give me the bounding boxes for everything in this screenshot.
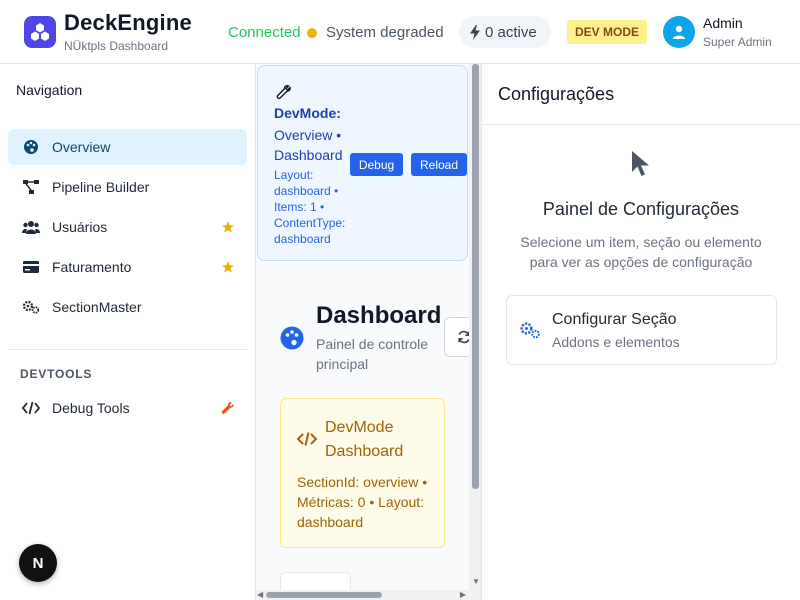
app-title: DeckEngine	[64, 10, 192, 35]
wrench-icon	[221, 402, 234, 414]
configure-section-subtitle: Addons e elementos	[552, 334, 680, 350]
app-header: DeckEngine NÜktpls Dashboard Connected S…	[0, 0, 800, 64]
devmode-card-meta: Layout: dashboard • Items: 1 • ContentTy…	[274, 168, 346, 246]
sidebar-item-sectionmaster[interactable]: SectionMaster	[8, 289, 247, 325]
sidebar-item-usuarios[interactable]: Usuários	[8, 209, 247, 245]
system-status: System degraded	[326, 24, 444, 41]
sidebar-item-label: Faturamento	[52, 259, 132, 275]
mouse-pointer-icon	[632, 151, 649, 176]
sidebar-divider	[8, 349, 247, 350]
configure-section-title: Configurar Seção	[552, 311, 677, 328]
palette-icon	[280, 326, 304, 350]
code-icon	[297, 432, 317, 446]
users-icon	[22, 218, 40, 236]
divider	[482, 124, 800, 125]
config-panel-description: Selecione um item, seção ou elemento par…	[520, 234, 762, 270]
user-name: Admin	[703, 15, 743, 31]
status-dot	[307, 28, 317, 38]
app-logo[interactable]	[24, 16, 56, 48]
horizontal-scrollbar[interactable]: ◀ ▶	[256, 590, 481, 600]
user-icon	[673, 25, 685, 39]
scrollbar-thumb[interactable]	[472, 64, 479, 489]
wrench-icon	[276, 85, 291, 100]
cogs-icon	[520, 322, 540, 339]
code-icon	[22, 399, 40, 417]
sidebar-item-faturamento[interactable]: Faturamento	[8, 249, 247, 285]
scroll-left-icon[interactable]: ◀	[257, 590, 263, 599]
configure-section-card[interactable]: Configurar Seção Addons e elementos	[506, 295, 777, 365]
connection-status: Connected	[228, 24, 301, 41]
page-subtitle: Painel de controle principal	[316, 336, 429, 372]
page-title: Dashboard	[316, 302, 442, 329]
app-subtitle: NÜktpls Dashboard	[64, 39, 169, 53]
scroll-down-icon[interactable]: ▼	[472, 577, 480, 586]
sidebar-item-label: SectionMaster	[52, 299, 142, 315]
sidebar-item-overview[interactable]: Overview	[8, 129, 247, 165]
devmode-dashboard-meta: SectionId: overview • Métricas: 0 • Layo…	[297, 474, 428, 530]
avatar[interactable]	[663, 16, 695, 48]
bolt-icon	[470, 24, 480, 40]
vertical-scrollbar[interactable]: ▼	[469, 64, 481, 590]
star-icon	[222, 261, 234, 273]
credit-card-icon	[22, 258, 40, 276]
sidebar-item-pipeline-builder[interactable]: Pipeline Builder	[8, 169, 247, 205]
user-role: Super Admin	[703, 35, 772, 49]
config-panel-title: Painel de Configurações	[542, 199, 740, 219]
sidebar: Navigation Overview Pipeline Builder Usu…	[0, 64, 256, 600]
next-dev-indicator[interactable]: N	[19, 544, 57, 582]
sidebar-item-label: Debug Tools	[52, 400, 130, 416]
palette-icon	[22, 138, 40, 156]
sidebar-item-debug-tools[interactable]: Debug Tools	[8, 390, 247, 426]
devtools-section-title: DEVTOOLS	[20, 367, 93, 381]
scrollbar-thumb[interactable]	[266, 592, 382, 598]
star-icon	[222, 221, 234, 233]
content-column: DevMode: Overview • Dashboard Layout: da…	[256, 64, 482, 600]
sidebar-item-label: Pipeline Builder	[52, 179, 150, 195]
active-count-pill[interactable]: 0 active	[459, 16, 551, 48]
sidebar-item-label: Overview	[52, 139, 111, 155]
devmode-dashboard-card: DevMode Dashboard SectionId: overview • …	[280, 398, 445, 548]
debug-button[interactable]: Debug	[350, 153, 403, 176]
active-count-label: 0 active	[485, 23, 537, 41]
devmode-dashboard-title: DevMode Dashboard	[325, 419, 404, 460]
devmode-card-title: DevMode:	[274, 105, 341, 121]
config-panel-header: Configurações	[498, 84, 615, 104]
cubes-icon	[31, 23, 49, 41]
sidebar-item-label: Usuários	[52, 219, 108, 235]
pipeline-icon	[22, 178, 40, 196]
devmode-info-card: DevMode: Overview • Dashboard Layout: da…	[257, 65, 468, 261]
cogs-icon	[22, 298, 40, 316]
config-panel: Configurações Painel de Configurações Se…	[482, 64, 800, 600]
devmode-card-subtitle: Overview • Dashboard	[274, 127, 343, 163]
sidebar-title: Navigation	[16, 82, 83, 98]
reload-button[interactable]: Reload	[411, 153, 467, 176]
dev-mode-badge: DEV MODE	[567, 20, 648, 44]
scroll-right-icon[interactable]: ▶	[460, 590, 466, 599]
